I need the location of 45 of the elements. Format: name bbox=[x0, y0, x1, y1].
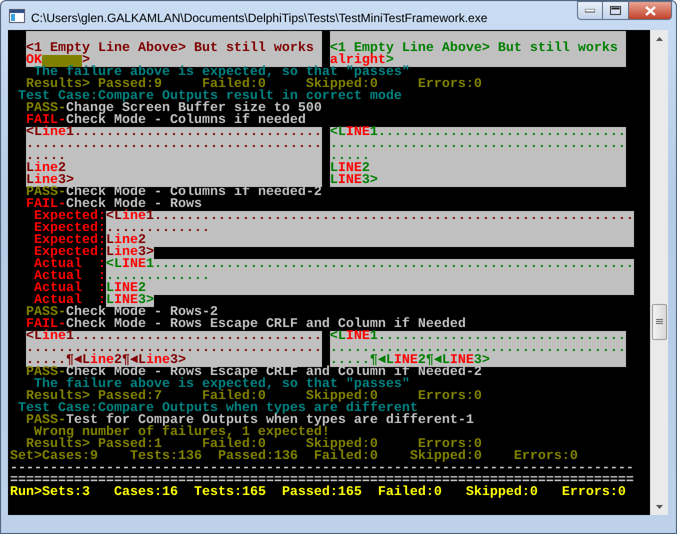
console-text: INE bbox=[450, 353, 474, 368]
row-label: Expected: bbox=[34, 235, 106, 248]
console-text: 1............................... bbox=[66, 329, 322, 344]
window-title: C:\Users\glen.GALKAMLAN\Documents\DelphiTips\Tests\TestMiniTestFramework.exe bbox=[31, 10, 488, 27]
scroll-up-arrow-icon[interactable] bbox=[656, 36, 664, 41]
scrollbar[interactable] bbox=[650, 30, 668, 516]
console-text: ine bbox=[42, 329, 66, 344]
console-text: INE bbox=[338, 173, 362, 188]
console-text: 1............................................................ bbox=[146, 209, 634, 224]
console-text: L bbox=[330, 173, 338, 188]
console-text: .....¶◄L bbox=[330, 353, 394, 368]
close-button[interactable] bbox=[629, 1, 672, 20]
console-text: 3> bbox=[58, 173, 74, 188]
scrollbar-thumb[interactable] bbox=[652, 304, 668, 340]
console-text: INE bbox=[346, 329, 370, 344]
console-text: 3> bbox=[170, 353, 186, 368]
close-icon bbox=[644, 6, 656, 16]
console-text: ine bbox=[146, 353, 170, 368]
console-text: 3> bbox=[474, 353, 490, 368]
console-text: 2¶◄L bbox=[114, 353, 146, 368]
scroll-down-arrow-icon[interactable] bbox=[656, 504, 664, 509]
console-text: > bbox=[386, 53, 394, 68]
console-text: 2¶◄L bbox=[418, 353, 450, 368]
console-text: 1............................................................ bbox=[146, 257, 634, 272]
console-app-icon bbox=[9, 9, 25, 23]
row-label: Expected: bbox=[34, 211, 106, 224]
maximize-button[interactable] bbox=[603, 1, 629, 20]
console-text: INE bbox=[122, 257, 146, 272]
console-text: 3> bbox=[138, 293, 154, 308]
console-text: INE bbox=[114, 293, 138, 308]
row-label: Expected: bbox=[34, 247, 106, 260]
minimize-icon bbox=[585, 8, 595, 12]
console-text: ine bbox=[122, 209, 146, 224]
console-text: ine bbox=[90, 353, 114, 368]
console-text: <L bbox=[330, 329, 346, 344]
console-text: <L bbox=[106, 209, 122, 224]
console-text: ------------------------------------------------------------------------------ bbox=[10, 461, 634, 476]
console-text: 3> bbox=[362, 173, 378, 188]
console-text: INE bbox=[394, 353, 418, 368]
row-label: Expected: bbox=[34, 223, 106, 236]
console-text: 1............................... bbox=[370, 329, 626, 344]
maximize-icon bbox=[610, 6, 621, 15]
console-text: <L bbox=[26, 329, 42, 344]
console-text: L bbox=[106, 293, 114, 308]
minimize-button[interactable] bbox=[577, 1, 603, 20]
